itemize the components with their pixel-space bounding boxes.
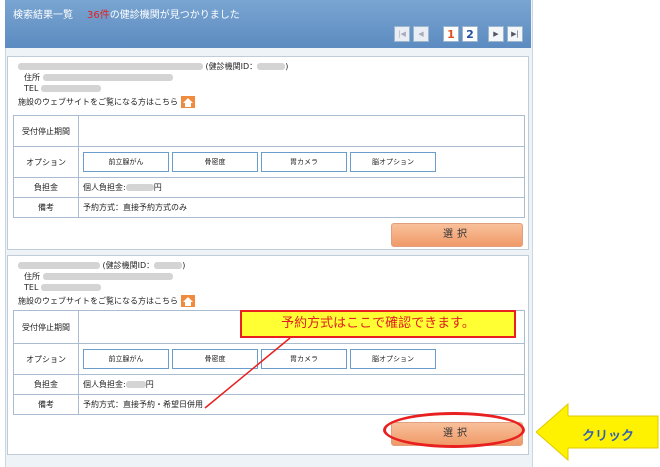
callout-pointer-line xyxy=(204,337,291,409)
highlight-ellipse xyxy=(383,412,525,448)
annotation-callout: 予約方式はここで確認できます。 xyxy=(240,310,516,338)
click-label: クリック xyxy=(582,429,635,444)
annotation-overlay xyxy=(204,337,291,409)
